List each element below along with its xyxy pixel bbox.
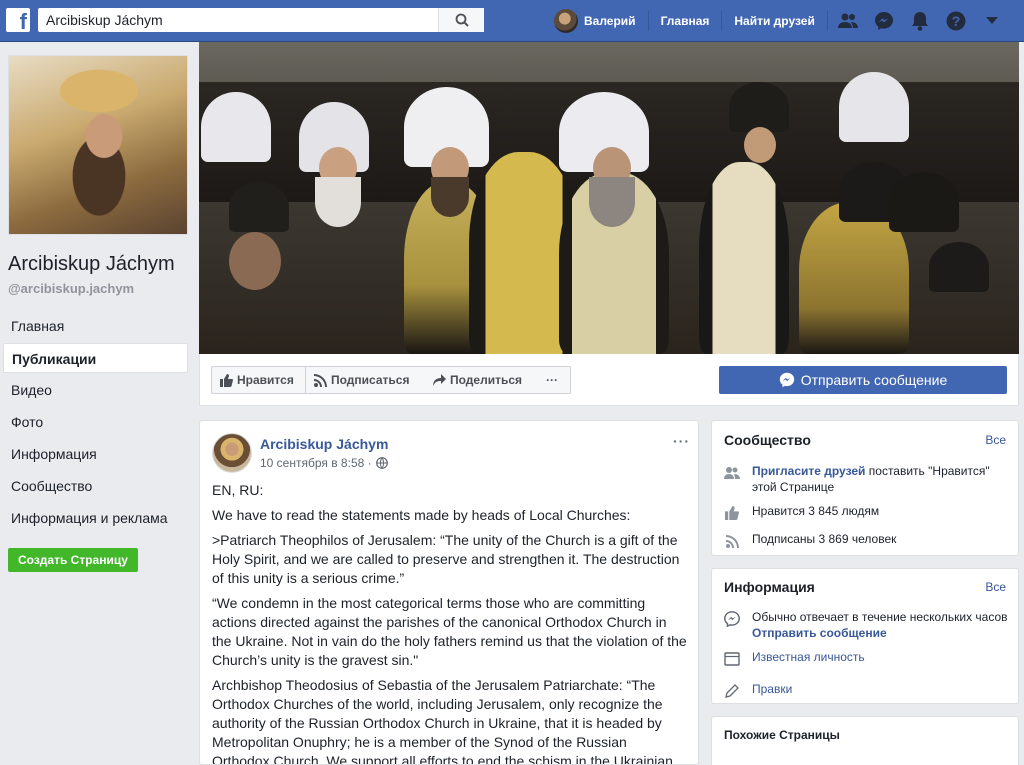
left-nav-videos[interactable]: Видео: [3, 375, 188, 405]
left-nav-photos[interactable]: Фото: [3, 407, 188, 437]
about-send-message-link[interactable]: Отправить сообщение: [752, 625, 1008, 641]
post-paragraph: EN, RU:: [212, 482, 264, 498]
about-card: Информация Все Обычно отвечает в течение…: [711, 568, 1019, 704]
globe-public-icon: [375, 457, 388, 469]
account-menu-chevron-down-icon[interactable]: [980, 9, 1004, 33]
invite-friends-row: Пригласите друзей поставить "Нравится" э…: [724, 463, 1014, 495]
find-friends-link[interactable]: Найти друзей: [722, 11, 828, 31]
response-time-row: Обычно отвечает в течение нескольких час…: [724, 609, 1014, 641]
post-options-button[interactable]: ···: [673, 433, 690, 449]
post-card: Arcibiskup Jáchym 10 сентября в 8:58 · ·…: [199, 420, 699, 765]
post-author-avatar[interactable]: [212, 433, 252, 473]
rss-follow-icon: [314, 373, 327, 387]
page-profile-picture[interactable]: [8, 55, 188, 235]
messenger-icon: [724, 611, 740, 627]
edits-link[interactable]: Правки: [752, 681, 792, 699]
post-paragraph: “We condemn in the most categorical term…: [212, 595, 687, 668]
user-avatar[interactable]: [554, 9, 578, 33]
follow-label: Подписаться: [331, 373, 410, 387]
like-page-button[interactable]: Нравится: [211, 366, 306, 394]
post-paragraph: Archbishop Theodosius of Sebastia of the…: [212, 677, 673, 765]
search-icon: [455, 13, 469, 27]
search-button[interactable]: [438, 8, 484, 32]
cover-photo[interactable]: [199, 42, 1019, 354]
community-card: Сообщество Все Пригласите друзей постави…: [711, 420, 1019, 556]
send-message-label: Отправить сообщение: [800, 372, 948, 388]
invite-friends-link[interactable]: Пригласите друзей: [752, 464, 865, 478]
left-nav-home[interactable]: Главная: [3, 311, 188, 341]
help-icon[interactable]: ?: [944, 9, 968, 33]
top-navigation-bar: f Arcibiskup Jáchym Валерий Главная Найт…: [0, 0, 1024, 42]
friend-requests-icon[interactable]: [836, 9, 860, 33]
invite-friends-icon: [724, 465, 740, 481]
create-page-button[interactable]: Создать Страницу: [8, 548, 138, 572]
top-nav-links: Валерий Главная Найти друзей: [554, 0, 828, 42]
follow-page-button[interactable]: Подписаться: [306, 366, 426, 394]
rss-follow-icon: [724, 533, 740, 549]
post-timestamp: 10 сентября в 8:58 ·: [260, 456, 388, 470]
share-page-button[interactable]: Поделиться: [425, 366, 535, 394]
left-nav-info-and-ads[interactable]: Информация и реклама: [3, 503, 188, 533]
post-paragraph: >Patriarch Theophilos of Jerusalem: “The…: [212, 532, 680, 586]
profile-link[interactable]: Валерий: [584, 11, 649, 31]
category-row: Известная личность: [724, 649, 1014, 667]
response-time-text: Обычно отвечает в течение нескольких час…: [752, 610, 1008, 624]
notifications-bell-icon[interactable]: [908, 9, 932, 33]
send-message-button[interactable]: Отправить сообщение: [719, 366, 1007, 394]
similar-pages-title: Похожие Страницы: [724, 728, 840, 742]
similar-pages-card: Похожие Страницы: [711, 716, 1019, 765]
likes-count-row: Нравится 3 845 людям: [724, 503, 1014, 521]
page-left-navigation: Главная Публикации Видео Фото Информация…: [3, 311, 188, 535]
about-title: Информация: [724, 579, 815, 595]
post-text: EN, RU: We have to read the statements m…: [212, 481, 688, 765]
messenger-icon[interactable]: [872, 9, 896, 33]
post-paragraph: We have to read the statements made by h…: [212, 507, 631, 523]
home-link[interactable]: Главная: [649, 11, 723, 31]
community-see-all-link[interactable]: Все: [985, 433, 1006, 447]
likes-count-text: Нравится 3 845 людям: [752, 504, 880, 518]
search-box: Arcibiskup Jáchym: [38, 8, 484, 32]
post-time-text[interactable]: 10 сентября в 8:58 ·: [260, 456, 372, 470]
facebook-logo-icon[interactable]: f: [6, 8, 30, 34]
pencil-icon: [724, 683, 740, 699]
community-title: Сообщество: [724, 432, 811, 448]
messenger-icon: [779, 372, 794, 388]
thumbs-up-icon: [724, 505, 740, 521]
like-label: Нравится: [237, 373, 294, 387]
followers-count-row: Подписаны 3 869 человек: [724, 531, 1014, 549]
category-tag-icon: [724, 651, 740, 667]
more-actions-button[interactable]: ···: [534, 366, 571, 394]
post-author-name[interactable]: Arcibiskup Jáchym: [260, 436, 388, 452]
page-username[interactable]: @arcibiskup.jachym: [8, 281, 134, 296]
page-action-bar: Нравится Подписаться Поделиться ··· Отпр…: [199, 354, 1019, 406]
thumbs-up-icon: [220, 373, 233, 387]
category-link[interactable]: Известная личность: [752, 649, 865, 667]
share-label: Поделиться: [450, 373, 523, 387]
about-see-all-link[interactable]: Все: [985, 580, 1006, 594]
edits-row: Правки: [724, 681, 1014, 699]
page-title[interactable]: Arcibiskup Jáchym: [8, 253, 175, 276]
left-nav-community[interactable]: Сообщество: [3, 471, 188, 501]
top-nav-icons: ?: [836, 9, 1004, 33]
svg-text:?: ?: [952, 13, 961, 29]
search-input[interactable]: Arcibiskup Jáchym: [38, 8, 438, 32]
share-arrow-icon: [433, 374, 446, 386]
left-nav-posts[interactable]: Публикации: [3, 343, 188, 373]
followers-count-text: Подписаны 3 869 человек: [752, 532, 897, 546]
left-nav-about[interactable]: Информация: [3, 439, 188, 469]
